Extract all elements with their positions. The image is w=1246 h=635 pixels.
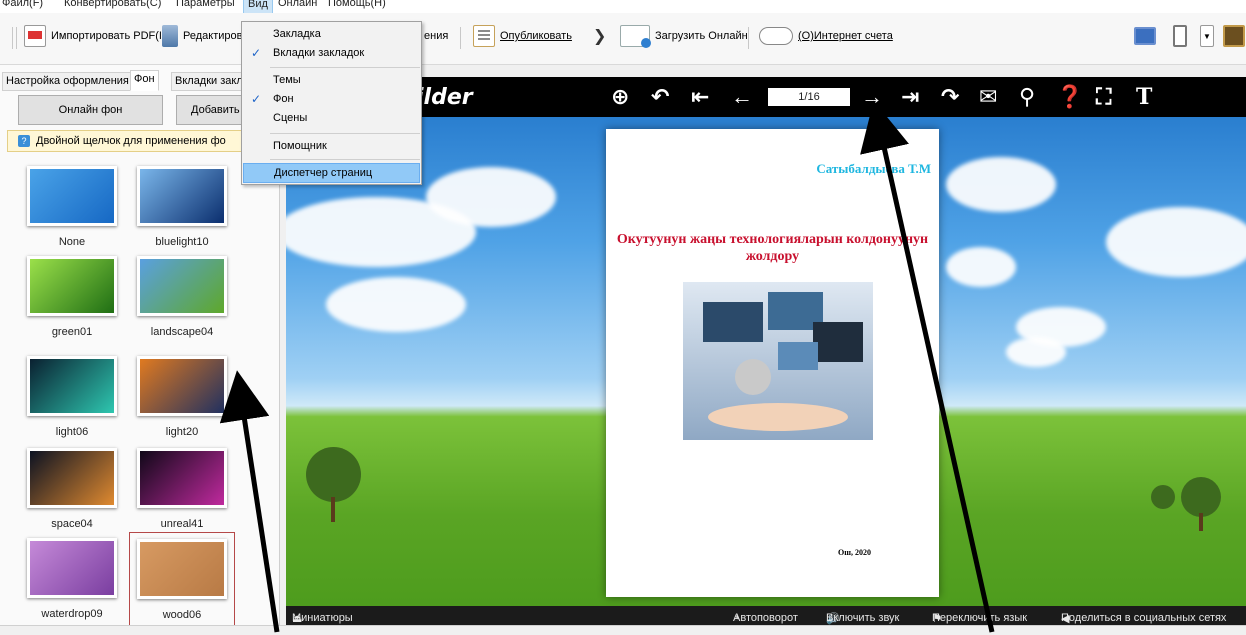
annotation-arrows — [219, 100, 995, 633]
